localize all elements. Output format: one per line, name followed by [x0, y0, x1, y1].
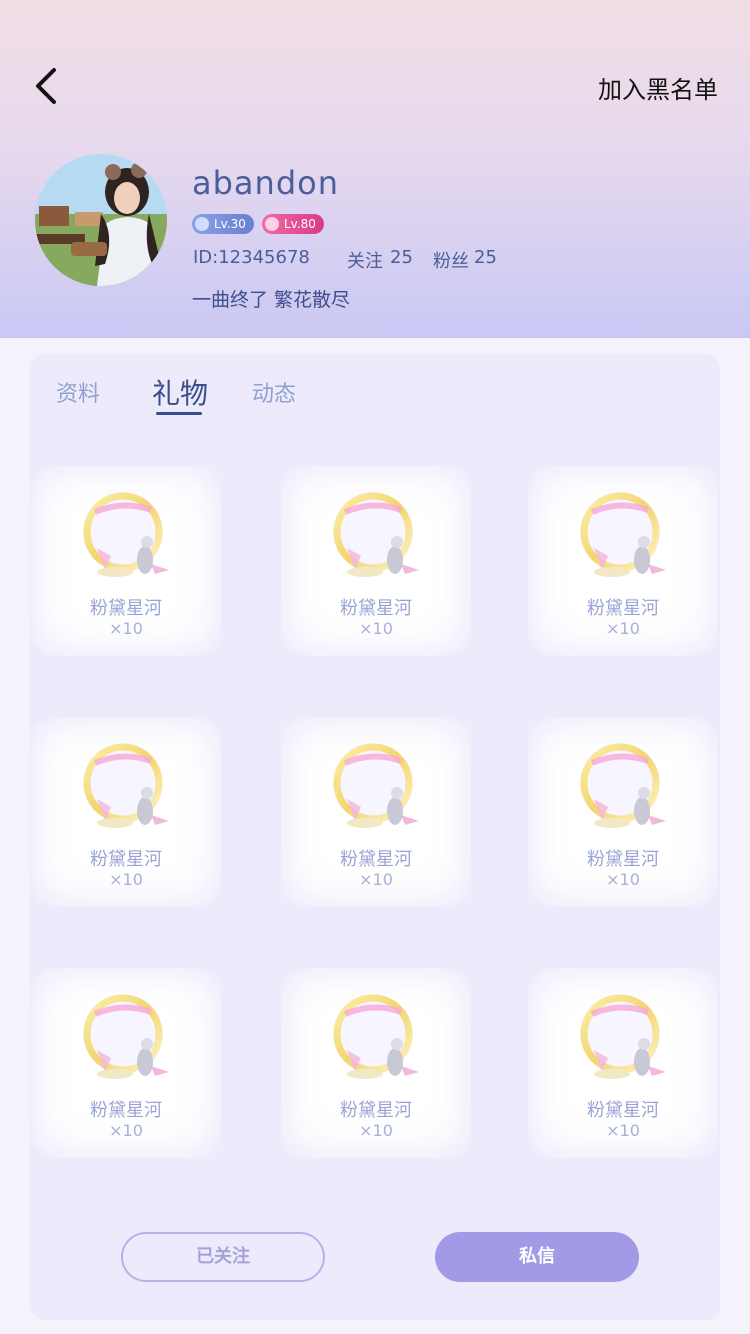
user-id: ID:12345678	[193, 247, 310, 268]
tab-gifts[interactable]: 礼物	[152, 372, 208, 412]
gift-count: ×10	[606, 619, 640, 638]
gift-count: ×10	[359, 870, 393, 889]
gift-ring-icon	[580, 743, 666, 828]
gift-name: 粉黛星河	[340, 849, 412, 870]
gift-card[interactable]: 粉黛星河 ×10	[281, 968, 471, 1158]
gift-name: 粉黛星河	[587, 1100, 659, 1121]
gift-name: 粉黛星河	[587, 598, 659, 619]
gift-ring-icon	[580, 994, 666, 1079]
chevron-left-icon[interactable]	[30, 64, 70, 108]
gift-name: 粉黛星河	[90, 1100, 162, 1121]
follow-label[interactable]: 关注	[347, 247, 383, 273]
gift-ring-icon	[83, 994, 169, 1079]
profile-header: 加入黑名单 abandon Lv.30 Lv.80 ID:12345678 关注…	[0, 0, 750, 338]
gift-card[interactable]: 粉黛星河 ×10	[528, 466, 718, 656]
gift-count: ×10	[359, 1121, 393, 1140]
gift-card[interactable]: 粉黛星河 ×10	[281, 717, 471, 907]
gift-name: 粉黛星河	[90, 849, 162, 870]
gift-ring-icon	[333, 994, 419, 1079]
gift-ring-icon	[83, 492, 169, 577]
active-tab-indicator	[156, 412, 202, 415]
star-icon	[195, 217, 209, 231]
gift-card[interactable]: 粉黛星河 ×10	[528, 968, 718, 1158]
flower-icon	[265, 217, 279, 231]
message-button[interactable]: 私信	[435, 1232, 639, 1282]
fans-count[interactable]: 25	[474, 247, 497, 268]
tab-profile[interactable]: 资料	[56, 376, 100, 408]
followed-button[interactable]: 已关注	[121, 1232, 325, 1282]
gift-count: ×10	[606, 870, 640, 889]
gift-card[interactable]: 粉黛星河 ×10	[528, 717, 718, 907]
gift-count: ×10	[359, 619, 393, 638]
gift-ring-icon	[83, 743, 169, 828]
level-badge-user: Lv.30	[192, 214, 254, 234]
gift-name: 粉黛星河	[340, 1100, 412, 1121]
avatar-photo	[35, 154, 167, 286]
signature: 一曲终了 繁花散尽	[192, 289, 351, 311]
gift-card[interactable]: 粉黛星河 ×10	[281, 466, 471, 656]
gift-count: ×10	[109, 870, 143, 889]
gift-count: ×10	[109, 619, 143, 638]
follow-count[interactable]: 25	[390, 247, 413, 268]
gift-ring-icon	[333, 743, 419, 828]
tab-moments[interactable]: 动态	[252, 376, 296, 408]
gift-ring-icon	[580, 492, 666, 577]
gift-name: 粉黛星河	[90, 598, 162, 619]
level-badge-wealth: Lv.80	[262, 214, 324, 234]
avatar[interactable]	[35, 154, 167, 286]
gift-name: 粉黛星河	[587, 849, 659, 870]
gift-card[interactable]: 粉黛星河 ×10	[31, 466, 221, 656]
nickname: abandon	[192, 164, 339, 202]
gift-ring-icon	[333, 492, 419, 577]
fans-label[interactable]: 粉丝	[433, 247, 469, 273]
level-badge-label: Lv.80	[284, 217, 316, 231]
level-badge-label: Lv.30	[214, 217, 246, 231]
gift-card[interactable]: 粉黛星河 ×10	[31, 968, 221, 1158]
add-to-blacklist-button[interactable]: 加入黑名单	[598, 70, 718, 105]
gift-name: 粉黛星河	[340, 598, 412, 619]
gift-count: ×10	[606, 1121, 640, 1140]
gift-count: ×10	[109, 1121, 143, 1140]
gift-card[interactable]: 粉黛星河 ×10	[31, 717, 221, 907]
